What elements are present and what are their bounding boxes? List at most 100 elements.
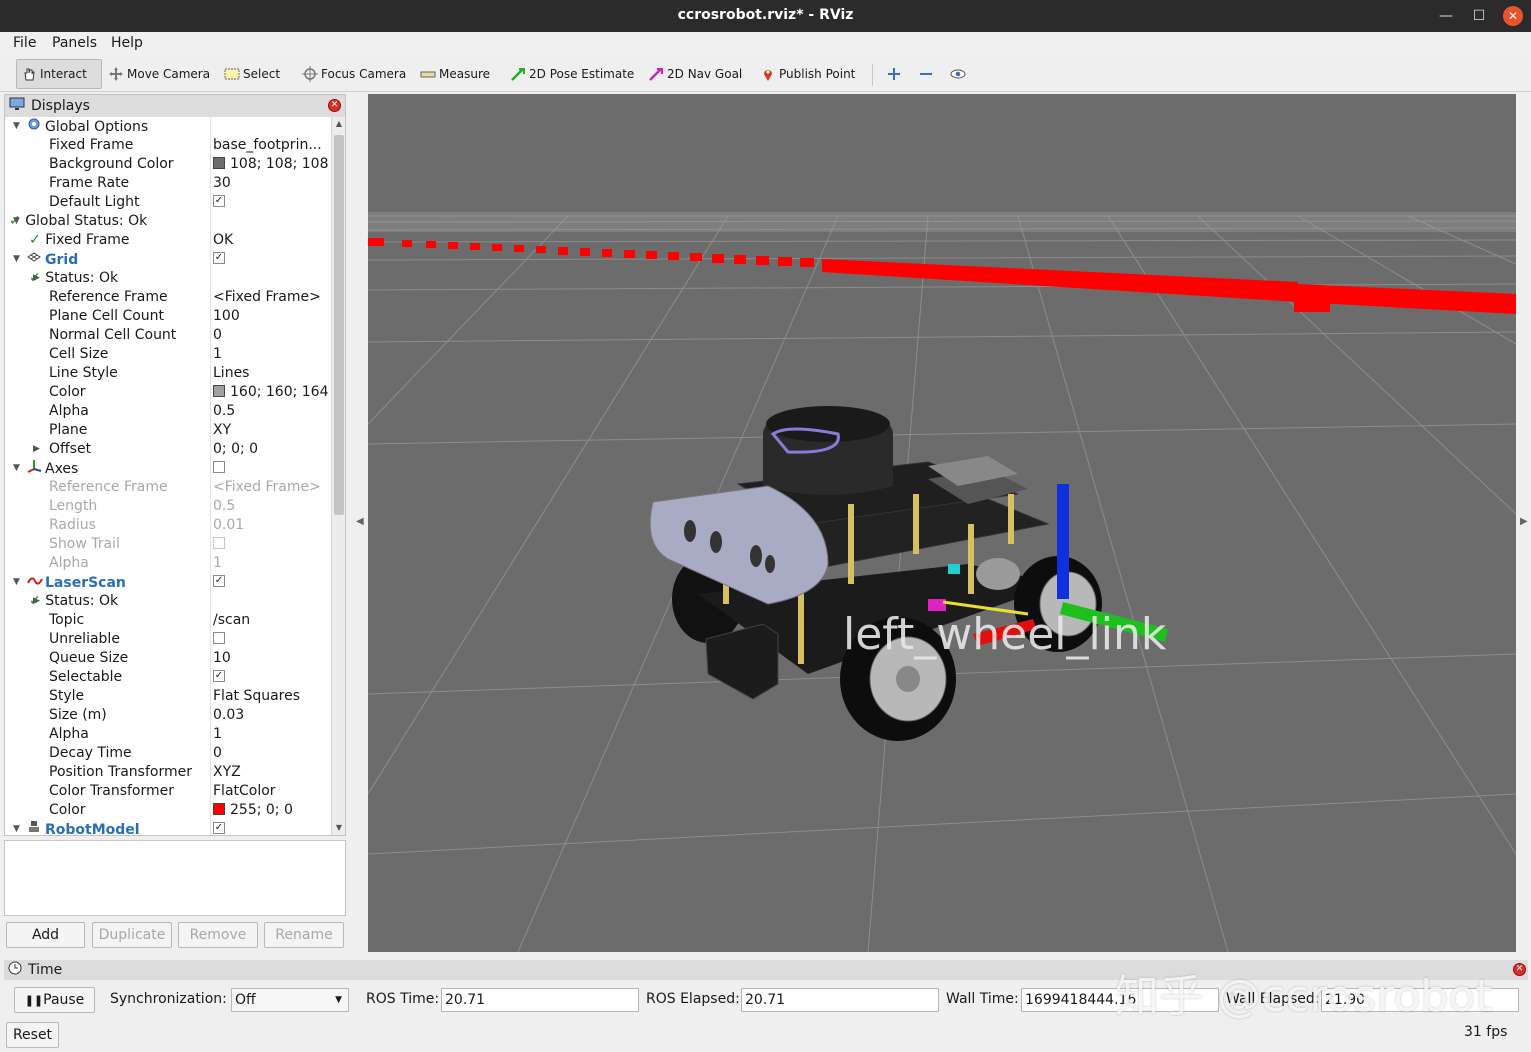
property-row[interactable]: Reference Frame <Fixed Frame>	[5, 478, 331, 497]
property-checkbox[interactable]: ✓	[213, 575, 225, 587]
property-row[interactable]: Radius 0.01	[5, 516, 331, 535]
collapse-right-icon[interactable]: ▶	[1520, 516, 1528, 527]
property-row[interactable]: ✓ Fixed Frame OK	[5, 231, 331, 250]
synchronization-select[interactable]: Off ▼	[231, 988, 349, 1012]
property-row[interactable]: ▼ ✓ Global Status: Ok	[5, 212, 331, 231]
property-value[interactable]: FlatColor	[213, 782, 331, 801]
focus-camera-tool-button[interactable]: Focus Camera	[298, 59, 410, 89]
nav-goal-tool-button[interactable]: 2D Nav Goal	[644, 59, 746, 89]
scroll-up-icon[interactable]: ▲	[332, 117, 346, 131]
property-row[interactable]: Color Transformer FlatColor	[5, 782, 331, 801]
property-row[interactable]: Background Color 108; 108; 108	[5, 155, 331, 174]
close-window-button[interactable]: ✕	[1503, 6, 1523, 26]
property-value[interactable]: ✓	[213, 820, 331, 835]
property-value[interactable]: XY	[213, 421, 331, 440]
property-row[interactable]: ▶ ✓ Status: Ok	[5, 592, 331, 611]
add-display-button[interactable]: Add	[6, 922, 85, 948]
color-swatch[interactable]	[213, 157, 225, 169]
property-value[interactable]: 1	[213, 725, 331, 744]
property-value[interactable]	[213, 592, 331, 611]
3d-viewport[interactable]: left_wheel_link	[368, 94, 1516, 952]
select-tool-button[interactable]: Select	[220, 59, 284, 89]
color-swatch[interactable]	[213, 803, 225, 815]
property-value[interactable]	[213, 117, 331, 136]
property-row[interactable]: ▼ Global Options	[5, 117, 331, 136]
menu-file[interactable]: File	[13, 35, 36, 51]
property-value[interactable]: /scan	[213, 611, 331, 630]
property-row[interactable]: Size (m) 0.03	[5, 706, 331, 725]
property-row[interactable]: Normal Cell Count 0	[5, 326, 331, 345]
reset-button[interactable]: Reset	[6, 1022, 59, 1048]
property-value[interactable]	[213, 630, 331, 649]
tool-properties-button[interactable]	[946, 59, 970, 89]
close-panel-icon[interactable]: ✕	[328, 99, 341, 112]
property-value[interactable]: <Fixed Frame>	[213, 478, 331, 497]
property-value[interactable]: XYZ	[213, 763, 331, 782]
property-value[interactable]: 0.5	[213, 497, 331, 516]
property-checkbox[interactable]	[213, 632, 225, 644]
property-value[interactable]: 1	[213, 554, 331, 573]
property-value[interactable]: <Fixed Frame>	[213, 288, 331, 307]
property-value[interactable]: 255; 0; 0	[213, 801, 331, 820]
property-row[interactable]: Queue Size 10	[5, 649, 331, 668]
maximize-button[interactable]: ☐	[1469, 6, 1489, 26]
property-value[interactable]: 0	[213, 744, 331, 763]
property-row[interactable]: Plane Cell Count 100	[5, 307, 331, 326]
property-row[interactable]: Reference Frame <Fixed Frame>	[5, 288, 331, 307]
property-value[interactable]: OK	[213, 231, 331, 250]
menu-panels[interactable]: Panels	[52, 35, 97, 51]
ros-time-field[interactable]: 20.71	[441, 988, 639, 1012]
property-row[interactable]: Style Flat Squares	[5, 687, 331, 706]
property-row[interactable]: Frame Rate 30	[5, 174, 331, 193]
property-row[interactable]: Color 160; 160; 164	[5, 383, 331, 402]
property-value[interactable]: 30	[213, 174, 331, 193]
property-row[interactable]: ▼ Axes	[5, 459, 331, 478]
property-checkbox[interactable]	[213, 461, 225, 473]
property-value[interactable]	[213, 269, 331, 288]
rename-display-button[interactable]: Rename	[264, 922, 344, 948]
property-value[interactable]: Lines	[213, 364, 331, 383]
property-value[interactable]	[213, 212, 331, 231]
property-value[interactable]: 100	[213, 307, 331, 326]
publish-point-tool-button[interactable]: Publish Point	[756, 59, 859, 89]
property-checkbox[interactable]: ✓	[213, 822, 225, 834]
property-row[interactable]: Decay Time 0	[5, 744, 331, 763]
property-value[interactable]: 0; 0; 0	[213, 440, 331, 459]
property-value[interactable]: 0.03	[213, 706, 331, 725]
displays-scrollbar[interactable]: ▲ ▼	[331, 117, 345, 835]
property-row[interactable]: Cell Size 1	[5, 345, 331, 364]
property-value[interactable]: 1	[213, 345, 331, 364]
property-row[interactable]: Position Transformer XYZ	[5, 763, 331, 782]
property-row[interactable]: ▼ Grid ✓	[5, 250, 331, 269]
property-row[interactable]: Default Light ✓	[5, 193, 331, 212]
collapse-left-icon[interactable]: ◀	[356, 516, 364, 527]
close-time-panel-icon[interactable]: ✕	[1513, 963, 1526, 976]
scroll-thumb[interactable]	[334, 135, 344, 515]
property-value[interactable]: ✓	[213, 193, 331, 212]
property-value[interactable]	[213, 459, 331, 478]
remove-tool-button[interactable]	[914, 59, 940, 89]
property-row[interactable]: ▼ RobotModel ✓	[5, 820, 331, 835]
property-value[interactable]: 160; 160; 164	[213, 383, 331, 402]
scroll-down-icon[interactable]: ▼	[332, 821, 346, 835]
property-row[interactable]: Plane XY	[5, 421, 331, 440]
property-row[interactable]: Fixed Frame base_footprin...	[5, 136, 331, 155]
property-row[interactable]: Line Style Lines	[5, 364, 331, 383]
menu-help[interactable]: Help	[111, 35, 143, 51]
property-value[interactable]: ✓	[213, 668, 331, 687]
property-row[interactable]: Alpha 0.5	[5, 402, 331, 421]
property-row[interactable]: ▼ LaserScan ✓	[5, 573, 331, 592]
property-checkbox[interactable]: ✓	[213, 195, 225, 207]
property-value[interactable]: Flat Squares	[213, 687, 331, 706]
property-row[interactable]: Show Trail	[5, 535, 331, 554]
property-row[interactable]: ▶ ✓ Status: Ok	[5, 269, 331, 288]
property-value[interactable]	[213, 535, 331, 554]
property-row[interactable]: Length 0.5	[5, 497, 331, 516]
property-value[interactable]: 10	[213, 649, 331, 668]
property-value[interactable]: ✓	[213, 250, 331, 269]
add-tool-button[interactable]	[882, 59, 906, 89]
property-value[interactable]: 108; 108; 108	[213, 155, 331, 174]
color-swatch[interactable]	[213, 385, 225, 397]
measure-tool-button[interactable]: Measure	[416, 59, 494, 89]
remove-display-button[interactable]: Remove	[178, 922, 258, 948]
